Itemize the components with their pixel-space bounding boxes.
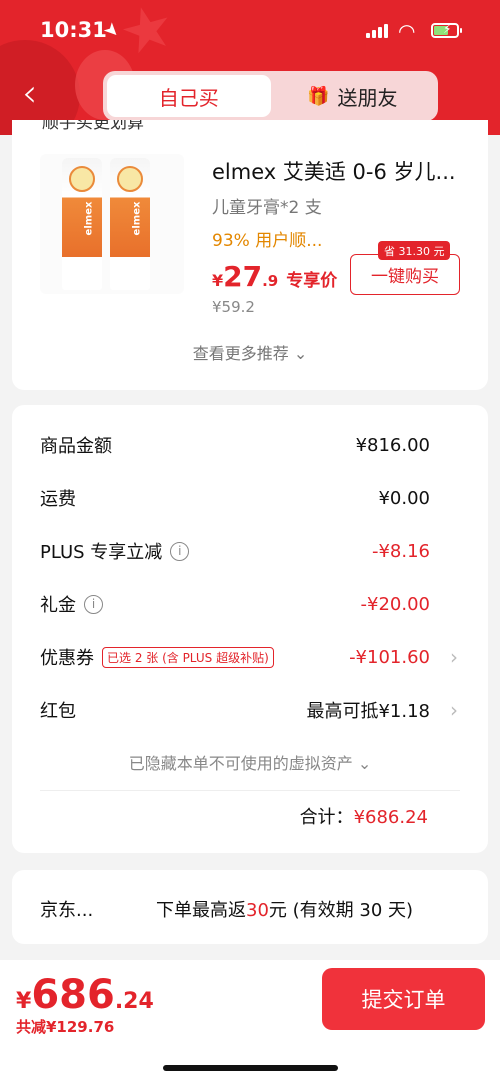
rebate-card[interactable]: 京东... 下单最高返30元 (有效期 30 天): [12, 870, 488, 944]
toothpaste-tube: elmex: [110, 158, 150, 290]
tab-buy-for-self[interactable]: 自己买: [107, 75, 271, 117]
purchase-mode-switch: 自己买 🎁 送朋友: [103, 71, 438, 121]
rebate-text: 下单最高返30元 (有效期 30 天): [156, 900, 414, 921]
info-icon[interactable]: i: [84, 594, 103, 614]
tab-send-to-friend[interactable]: 🎁 送朋友: [271, 75, 435, 117]
home-indicator[interactable]: [163, 1065, 338, 1071]
save-badge: 省 31.30 元: [378, 241, 451, 260]
hidden-assets-toggle[interactable]: 已隐藏本单不可使用的虚拟资产 ⌄: [12, 750, 488, 774]
total-saved: 共减¥129.76: [16, 1018, 115, 1036]
gift-icon: 🎁: [307, 85, 330, 107]
submit-order-button[interactable]: 提交订单: [322, 968, 485, 1030]
rebate-name: 京东...: [40, 900, 94, 921]
product-promo: 93% 用户顺...: [212, 231, 323, 251]
original-price: ¥59.2: [212, 298, 255, 316]
product-price: ¥27.9 专享价: [212, 260, 338, 293]
divider: [40, 790, 460, 791]
coupon-tag: 已选 2 张 (含 PLUS 超级补贴): [102, 646, 274, 668]
recommendation-card: 顺手买更划算 elmex elmex elmex 艾美适 0-6 岁儿... 儿…: [12, 120, 488, 390]
order-summary-card: 商品金额 ¥816.00 运费 ¥0.00 PLUS 专享立减 i -¥8.16 礼金…: [12, 405, 488, 853]
summary-row-gift-cash: 礼金 i -¥20.00: [40, 593, 430, 617]
summary-row-red-packet[interactable]: 红包 最高可抵¥1.18: [40, 695, 430, 725]
tab-send-to-friend-label: 送朋友: [337, 85, 398, 110]
chevron-right-icon[interactable]: ›: [450, 698, 458, 722]
pay-amount: ¥686.24: [16, 972, 154, 1018]
one-click-buy-button[interactable]: 一键购买: [350, 254, 460, 295]
recommendation-title: 顺手买更划算: [42, 120, 144, 133]
summary-row-goods: 商品金额 ¥816.00: [40, 434, 430, 458]
summary-row-coupon[interactable]: 优惠券 已选 2 张 (含 PLUS 超级补贴) -¥101.60: [40, 642, 430, 672]
order-total: 合计：¥686.24: [299, 807, 428, 828]
info-icon[interactable]: i: [170, 541, 190, 561]
product-image[interactable]: elmex elmex: [40, 154, 184, 294]
checkout-bar: ¥686.24 共减¥129.76 提交订单: [0, 960, 500, 1083]
more-recommendations-link[interactable]: 查看更多推荐 ⌄: [12, 340, 488, 364]
summary-row-shipping: 运费 ¥0.00: [40, 487, 430, 511]
product-subtitle: 儿童牙膏*2 支: [212, 198, 322, 218]
chevron-right-icon[interactable]: ›: [450, 645, 458, 669]
back-chevron-icon[interactable]: ‹: [22, 74, 37, 112]
wifi-icon: ◠: [398, 19, 416, 43]
product-title[interactable]: elmex 艾美适 0-6 岁儿...: [212, 156, 456, 186]
header-bar: ★ 10:31 ➤ ◠ ⚡ ‹ 自己买 🎁 送朋友: [0, 0, 500, 135]
battery-icon: ⚡: [431, 22, 462, 38]
cell-signal-icon: [366, 24, 388, 38]
toothpaste-tube: elmex: [62, 158, 102, 290]
status-time: 10:31: [40, 18, 107, 42]
summary-row-plus-discount: PLUS 专享立减 i -¥8.16: [40, 540, 430, 564]
